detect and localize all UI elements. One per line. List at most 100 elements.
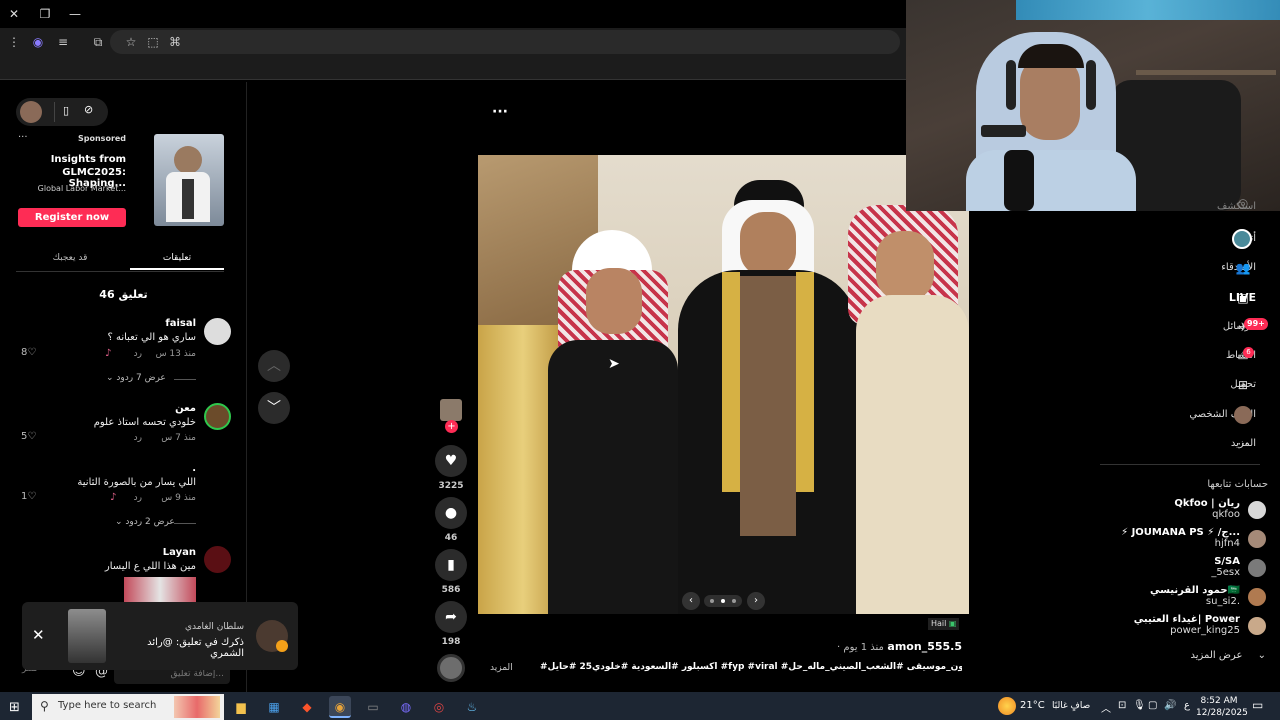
tab-you-may-like[interactable]: قد يعجبك bbox=[16, 246, 124, 272]
sidebar-item-explore[interactable]: استكشف ◎ bbox=[1217, 196, 1256, 214]
tab-indicator bbox=[130, 268, 224, 270]
author-avatar[interactable] bbox=[440, 399, 462, 421]
like-count[interactable]: 1♡ bbox=[21, 491, 36, 502]
avatar[interactable] bbox=[204, 546, 231, 573]
mention-notification[interactable]: ✕ سلطان الغامدي ذكرك في تعليق: @رائد الش… bbox=[22, 602, 298, 670]
following-account[interactable]: S/SA _5esx bbox=[1100, 556, 1240, 578]
speaker-icon[interactable]: 🔊 bbox=[1164, 700, 1176, 711]
comment-author[interactable]: faisal bbox=[40, 318, 196, 329]
extensions-puzzle-icon[interactable]: ⧉ bbox=[90, 34, 106, 50]
weather-text[interactable]: صافٍ غالبًا bbox=[1052, 701, 1090, 711]
obs-icon[interactable]: ◎ bbox=[428, 696, 450, 718]
avatar[interactable] bbox=[20, 101, 42, 123]
carousel-prev-button[interactable]: ‹ bbox=[682, 592, 700, 610]
upload-icon: ⊞ bbox=[1237, 378, 1249, 392]
clock[interactable]: 8:52 AM 12/28/2025 bbox=[1196, 695, 1248, 719]
sidebar-item-following[interactable]: أتابعه bbox=[1232, 228, 1256, 250]
display-icon[interactable]: ▢ bbox=[1148, 700, 1157, 711]
video-player[interactable]: ‹ › bbox=[478, 155, 969, 614]
comment-icon[interactable]: ● bbox=[435, 497, 467, 529]
avatar[interactable] bbox=[1248, 530, 1266, 548]
compass-icon[interactable]: ⊘ bbox=[84, 103, 93, 116]
comment-author[interactable]: Layan bbox=[40, 547, 196, 558]
weather-icon[interactable] bbox=[998, 697, 1016, 715]
file-explorer-icon[interactable]: ▆ bbox=[230, 696, 252, 718]
brave-icon[interactable]: ◆ bbox=[296, 696, 318, 718]
show-more-link[interactable]: عرض المزيد ⌄ bbox=[1140, 650, 1267, 661]
avatar[interactable] bbox=[204, 403, 231, 430]
sidebar-item-profile[interactable]: الملف الشخصي bbox=[1189, 404, 1256, 426]
view-replies[interactable]: ⌄ عرض 7 ردود bbox=[106, 373, 200, 383]
reply-link[interactable]: رد bbox=[122, 433, 142, 443]
comment-author[interactable]: معن bbox=[40, 403, 196, 414]
app-icon[interactable]: ▭ bbox=[362, 696, 384, 718]
register-now-button[interactable]: Register now bbox=[18, 208, 126, 227]
location-tag[interactable]: Hail ▣ bbox=[928, 618, 960, 630]
address-bar[interactable] bbox=[110, 30, 900, 54]
avatar[interactable] bbox=[1248, 588, 1266, 606]
tray-chevron-icon[interactable]: ︿ bbox=[1101, 700, 1111, 715]
avatar[interactable] bbox=[204, 318, 231, 345]
like-count[interactable]: 8♡ bbox=[21, 347, 36, 358]
bookmark-star-icon[interactable]: ☆ bbox=[123, 34, 139, 50]
following-account[interactable]: ⚡ JOUMANA PS ⚡ /ج... hjfn4 bbox=[1100, 527, 1240, 549]
chrome-icon[interactable]: ◉ bbox=[329, 696, 351, 718]
store-icon[interactable]: ▦ bbox=[263, 696, 285, 718]
steam-icon[interactable]: ♨ bbox=[461, 696, 483, 718]
more-options-icon[interactable]: ··· bbox=[492, 104, 508, 120]
comment-author[interactable]: . bbox=[40, 463, 196, 474]
video-author[interactable]: amon_555.5 bbox=[887, 640, 962, 653]
microphone-icon[interactable]: 🎙 bbox=[1133, 700, 1146, 711]
caption-more-link[interactable]: المزيد bbox=[490, 663, 513, 673]
restore-window-icon[interactable]: ❐ bbox=[37, 6, 53, 22]
sidebar-item-friends[interactable]: الأصدقاء 👥 bbox=[1221, 257, 1256, 279]
compass-icon: ◎ bbox=[1237, 196, 1249, 210]
network-icon[interactable]: ⊡ bbox=[1118, 700, 1126, 711]
avatar[interactable] bbox=[1248, 559, 1266, 577]
extension-icon[interactable]: ◉ bbox=[30, 34, 46, 50]
language-indicator[interactable]: ع bbox=[1184, 700, 1190, 711]
video-thumbnail[interactable] bbox=[68, 609, 106, 663]
avatar[interactable] bbox=[1248, 501, 1266, 519]
ad-menu-icon[interactable]: ··· bbox=[18, 132, 28, 143]
heart-outline-icon[interactable]: ♡ bbox=[27, 431, 36, 442]
like-count[interactable]: 5♡ bbox=[21, 431, 36, 442]
follow-plus-icon[interactable]: + bbox=[445, 420, 458, 433]
reply-link[interactable]: رد bbox=[122, 493, 142, 503]
music-disc-icon[interactable] bbox=[437, 654, 465, 682]
previous-video-button[interactable]: ︿ bbox=[258, 350, 290, 382]
screenshot-icon[interactable]: ⬚ bbox=[145, 34, 161, 50]
following-account[interactable]: حمود القرنيسي🇸🇦 su_si2. bbox=[1100, 585, 1240, 607]
mobile-icon[interactable]: ▯ bbox=[63, 104, 69, 117]
comment-image[interactable] bbox=[124, 577, 196, 603]
sidebar-item-live[interactable]: LIVE ▣ bbox=[1229, 287, 1256, 309]
ad-image[interactable] bbox=[154, 134, 224, 226]
translate-icon[interactable]: ⌘ bbox=[167, 34, 183, 50]
next-video-button[interactable]: ﹀ bbox=[258, 392, 290, 424]
heart-outline-icon[interactable]: ♡ bbox=[27, 491, 36, 502]
playlist-icon[interactable]: ≡ bbox=[55, 34, 71, 50]
profile-pill[interactable]: ▯ ⊘ bbox=[16, 98, 108, 126]
close-icon[interactable]: ✕ bbox=[32, 626, 45, 644]
close-window-icon[interactable]: ✕ bbox=[6, 6, 22, 22]
comment-count: 46 bbox=[444, 533, 458, 543]
heart-outline-icon[interactable]: ♡ bbox=[27, 347, 36, 358]
minimize-window-icon[interactable]: — bbox=[67, 6, 83, 22]
reply-link[interactable]: رد bbox=[122, 349, 142, 359]
heart-icon[interactable]: ♥ bbox=[435, 445, 467, 477]
view-replies[interactable]: ⌄ عرض 2 ردود bbox=[115, 517, 200, 527]
share-icon[interactable]: ➦ bbox=[435, 601, 467, 633]
carousel-next-button[interactable]: › bbox=[747, 592, 765, 610]
discord-icon[interactable]: ◍ bbox=[395, 696, 417, 718]
sidebar-item-more[interactable]: المزيد ··· bbox=[1231, 433, 1256, 455]
windows-start-icon[interactable]: ⊞ bbox=[9, 700, 20, 715]
bookmark-icon[interactable]: ▮ bbox=[435, 549, 467, 581]
taskbar-search[interactable]: ⚲ Type here to search bbox=[32, 694, 224, 720]
browser-menu-icon[interactable]: ⋮ bbox=[6, 34, 22, 50]
following-account[interactable]: غيداء العتيبي| Power power_king25 bbox=[1100, 614, 1240, 636]
sidebar-item-upload[interactable]: تحميل ⊞ bbox=[1230, 374, 1256, 396]
weather-temp[interactable]: 21°C bbox=[1020, 700, 1045, 711]
avatar[interactable] bbox=[1248, 617, 1266, 635]
following-account[interactable]: Qkfoo | ريان qkfoo bbox=[1100, 498, 1240, 520]
notification-center-icon[interactable]: ▭ bbox=[1252, 698, 1263, 712]
